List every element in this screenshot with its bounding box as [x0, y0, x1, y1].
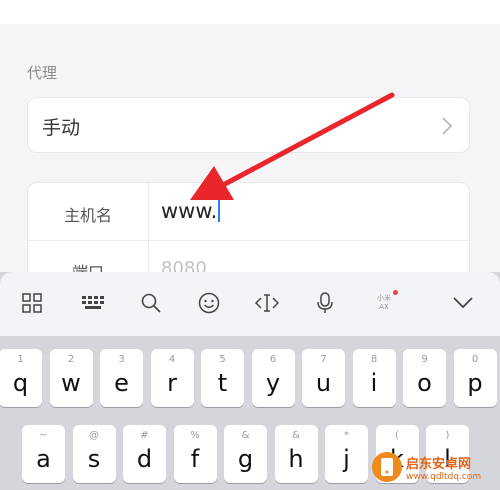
key-p[interactable]: 0p [453, 349, 497, 407]
key-hint: 4 [168, 354, 176, 365]
key-s[interactable]: @ s [72, 425, 116, 483]
key-label: p [467, 369, 483, 397]
key-hint: ) [445, 430, 450, 441]
divider [28, 240, 469, 241]
hostname-field[interactable]: www. [161, 198, 221, 223]
key-label: j [343, 445, 350, 473]
key-hint: & [292, 430, 300, 441]
key-hint: 7 [320, 354, 327, 365]
keyboard-icon[interactable] [76, 286, 110, 320]
microphone-icon[interactable] [308, 286, 342, 320]
key-u[interactable]: 7u [302, 349, 345, 407]
keyboard-toolbar: 小米 AX [0, 272, 500, 336]
key-label: q [12, 369, 29, 397]
key-r[interactable]: 4r [150, 349, 194, 407]
chevron-down-icon[interactable] [446, 286, 480, 320]
key-label: y [265, 369, 281, 397]
search-icon[interactable] [134, 286, 168, 320]
key-hint: ( [395, 430, 399, 441]
key-q[interactable]: 1q [0, 349, 42, 407]
key-hint: ~ [39, 430, 48, 441]
key-hint: 5 [219, 354, 226, 365]
chevron-right-icon [441, 116, 453, 140]
key-label: i [370, 369, 378, 397]
key-t[interactable]: 5t [201, 349, 244, 407]
key-hint: 1 [17, 354, 24, 365]
brand-text-bottom: AX [379, 303, 389, 311]
key-label: a [36, 445, 51, 473]
key-hint: % [190, 430, 200, 441]
key-f[interactable]: % f [173, 425, 217, 483]
watermark-name: 启东安卓网 [406, 456, 472, 472]
key-w[interactable]: 2w [49, 349, 93, 407]
key-label: f [190, 445, 200, 473]
key-label: w [61, 369, 81, 397]
key-y[interactable]: 6y [251, 349, 295, 407]
watermark-logo-icon [372, 452, 402, 482]
key-hint: 9 [421, 354, 428, 365]
notification-dot [393, 290, 398, 295]
key-g[interactable]: & g [224, 425, 267, 483]
watermark: 启东安卓网 www.qdltdq.com [372, 448, 496, 486]
key-o[interactable]: 9o [403, 349, 446, 407]
grid-icon[interactable] [15, 286, 49, 320]
key-hint: 8 [370, 354, 378, 365]
emoji-icon[interactable] [192, 286, 226, 320]
key-label: e [114, 369, 129, 397]
key-a[interactable]: ~ a [22, 425, 65, 483]
proxy-mode-value: 手动 [42, 117, 81, 139]
key-label: o [417, 369, 432, 397]
key-label: r [167, 369, 177, 397]
brand-mark[interactable]: 小米 AX [367, 286, 401, 320]
key-hint: 3 [118, 354, 125, 365]
key-label: t [217, 369, 228, 397]
key-hint: # [140, 430, 149, 441]
key-hint: 2 [67, 354, 75, 365]
text-cursor-icon[interactable] [250, 286, 284, 320]
key-label: g [237, 445, 254, 473]
key-hint: 6 [269, 354, 277, 365]
hostname-label: 主机名 [63, 206, 112, 225]
key-label: h [288, 445, 304, 473]
key-d[interactable]: # d [123, 425, 166, 483]
proxy-mode-selector[interactable]: 手动 [27, 97, 470, 153]
key-i[interactable]: 8i [352, 349, 396, 407]
watermark-url: www.qdltdq.com [406, 471, 482, 482]
hostname-value: www. [161, 199, 218, 223]
proxy-section-label: 代理 [27, 64, 58, 82]
brand-text-top: 小米 [377, 294, 391, 302]
key-hint: @ [89, 430, 99, 441]
key-j[interactable]: * j [325, 425, 368, 483]
key-label: u [315, 369, 332, 397]
key-hint: * [344, 430, 349, 441]
key-label: s [87, 445, 101, 473]
key-hint: 0 [471, 354, 479, 365]
key-h[interactable]: & h [274, 425, 318, 483]
text-cursor [218, 198, 221, 222]
key-label: d [136, 445, 153, 473]
key-e[interactable]: 3e [100, 349, 143, 407]
status-bar [0, 0, 500, 24]
key-hint: & [241, 430, 250, 441]
